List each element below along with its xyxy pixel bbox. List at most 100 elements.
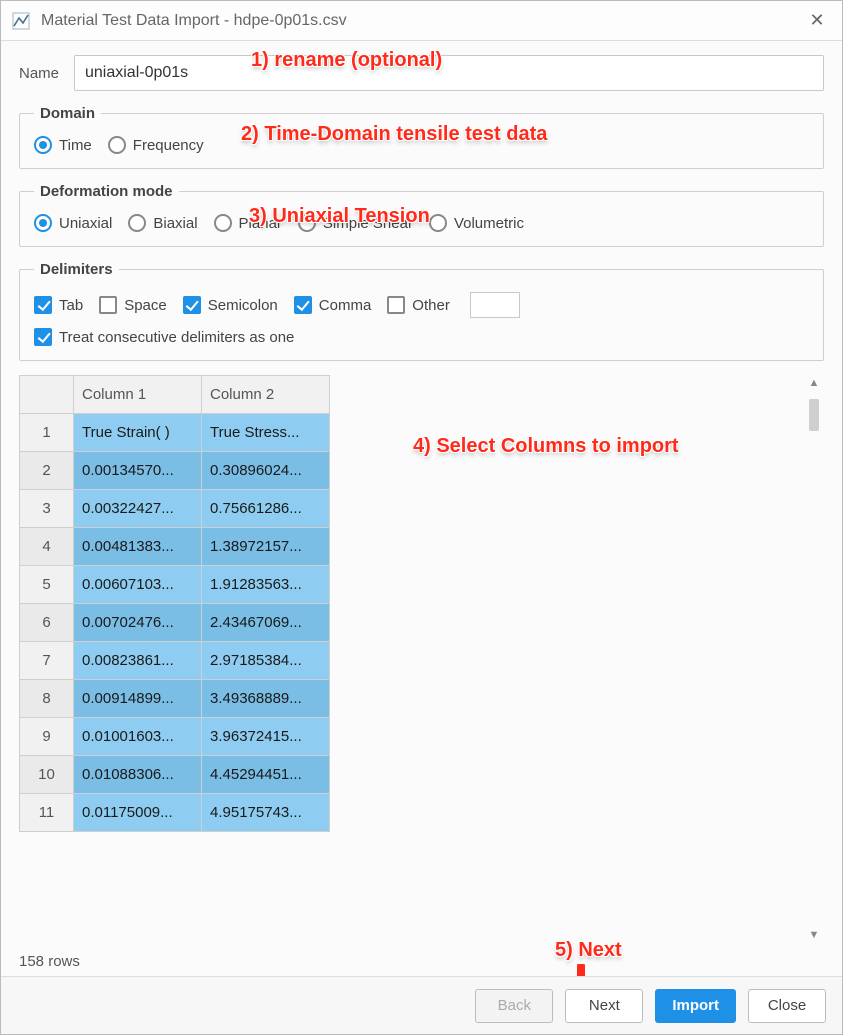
checkbox-icon xyxy=(99,296,117,314)
table-row[interactable]: 110.01175009...4.95175743... xyxy=(20,794,330,832)
col-header-1[interactable]: Column 1 xyxy=(74,376,202,414)
check-treat-consecutive[interactable]: Treat consecutive delimiters as one xyxy=(34,328,294,346)
radio-simple-shear[interactable]: Simple Shear xyxy=(298,214,413,232)
radio-label: Time xyxy=(59,137,92,154)
cell-col1[interactable]: True Strain( ) xyxy=(74,414,202,452)
back-button[interactable]: Back xyxy=(475,989,553,1023)
table-row[interactable]: 30.00322427...0.75661286... xyxy=(20,490,330,528)
cell-col1[interactable]: 0.00702476... xyxy=(74,604,202,642)
table-row[interactable]: 100.01088306...4.45294451... xyxy=(20,756,330,794)
check-other[interactable]: Other xyxy=(387,296,450,314)
radio-label: Biaxial xyxy=(153,215,197,232)
cell-col2[interactable]: 3.49368889... xyxy=(202,680,330,718)
cell-col2[interactable]: 4.45294451... xyxy=(202,756,330,794)
table-row[interactable]: 40.00481383...1.38972157... xyxy=(20,528,330,566)
row-number: 3 xyxy=(20,490,74,528)
table-row[interactable]: 80.00914899...3.49368889... xyxy=(20,680,330,718)
radio-icon xyxy=(34,214,52,232)
import-button[interactable]: Import xyxy=(655,989,736,1023)
cell-col2[interactable]: 4.95175743... xyxy=(202,794,330,832)
row-number: 2 xyxy=(20,452,74,490)
check-label: Comma xyxy=(319,297,372,314)
preview-table[interactable]: Column 1 Column 2 1True Strain( )True St… xyxy=(19,375,330,832)
cell-col1[interactable]: 0.00481383... xyxy=(74,528,202,566)
table-row[interactable]: 70.00823861...2.97185384... xyxy=(20,642,330,680)
row-number: 1 xyxy=(20,414,74,452)
cell-col2[interactable]: 2.97185384... xyxy=(202,642,330,680)
cell-col1[interactable]: 0.00823861... xyxy=(74,642,202,680)
checkbox-icon xyxy=(387,296,405,314)
close-button[interactable]: Close xyxy=(748,989,826,1023)
check-label: Treat consecutive delimiters as one xyxy=(59,329,294,346)
scroll-track[interactable] xyxy=(809,391,819,927)
col-header-2[interactable]: Column 2 xyxy=(202,376,330,414)
table-row[interactable]: 90.01001603...3.96372415... xyxy=(20,718,330,756)
checkbox-icon xyxy=(34,296,52,314)
preview-area: Column 1 Column 2 1True Strain( )True St… xyxy=(19,375,824,943)
radio-domain-time[interactable]: Time xyxy=(34,136,92,154)
cell-col2[interactable]: 1.38972157... xyxy=(202,528,330,566)
radio-biaxial[interactable]: Biaxial xyxy=(128,214,197,232)
check-label: Semicolon xyxy=(208,297,278,314)
check-space[interactable]: Space xyxy=(99,296,167,314)
name-label: Name xyxy=(19,65,74,82)
radio-uniaxial[interactable]: Uniaxial xyxy=(34,214,112,232)
radio-domain-frequency[interactable]: Frequency xyxy=(108,136,204,154)
table-row[interactable]: 60.00702476...2.43467069... xyxy=(20,604,330,642)
close-icon[interactable]: ✕ xyxy=(802,10,832,31)
radio-icon xyxy=(34,136,52,154)
row-number: 7 xyxy=(20,642,74,680)
table-row[interactable]: 20.00134570...0.30896024... xyxy=(20,452,330,490)
radio-icon xyxy=(108,136,126,154)
checkbox-icon xyxy=(183,296,201,314)
cell-col1[interactable]: 0.01175009... xyxy=(74,794,202,832)
row-number: 9 xyxy=(20,718,74,756)
cell-col2[interactable]: 0.30896024... xyxy=(202,452,330,490)
row-number: 6 xyxy=(20,604,74,642)
radio-planar[interactable]: Planar xyxy=(214,214,282,232)
app-icon xyxy=(11,11,31,31)
cell-col2[interactable]: 0.75661286... xyxy=(202,490,330,528)
vertical-scrollbar[interactable]: ▲ ▼ xyxy=(806,377,822,941)
scroll-down-icon[interactable]: ▼ xyxy=(809,929,820,941)
row-number: 4 xyxy=(20,528,74,566)
next-button[interactable]: Next xyxy=(565,989,643,1023)
row-number: 5 xyxy=(20,566,74,604)
radio-icon xyxy=(128,214,146,232)
check-tab[interactable]: Tab xyxy=(34,296,83,314)
cell-col1[interactable]: 0.00607103... xyxy=(74,566,202,604)
scroll-thumb[interactable] xyxy=(809,399,819,431)
radio-volumetric[interactable]: Volumetric xyxy=(429,214,524,232)
preview-table-wrap: Column 1 Column 2 1True Strain( )True St… xyxy=(19,375,330,943)
table-row[interactable]: 1True Strain( )True Stress... xyxy=(20,414,330,452)
check-label: Other xyxy=(412,297,450,314)
domain-group: Domain Time Frequency xyxy=(19,105,824,169)
domain-legend: Domain xyxy=(34,105,101,122)
check-semicolon[interactable]: Semicolon xyxy=(183,296,278,314)
table-row[interactable]: 50.00607103...1.91283563... xyxy=(20,566,330,604)
row-number: 10 xyxy=(20,756,74,794)
cell-col1[interactable]: 0.00134570... xyxy=(74,452,202,490)
cell-col1[interactable]: 0.00914899... xyxy=(74,680,202,718)
cell-col1[interactable]: 0.00322427... xyxy=(74,490,202,528)
check-comma[interactable]: Comma xyxy=(294,296,372,314)
other-delimiter-input[interactable] xyxy=(470,292,520,318)
row-number: 8 xyxy=(20,680,74,718)
scroll-up-icon[interactable]: ▲ xyxy=(809,377,820,389)
row-number: 11 xyxy=(20,794,74,832)
cell-col2[interactable]: True Stress... xyxy=(202,414,330,452)
cell-col1[interactable]: 0.01088306... xyxy=(74,756,202,794)
cell-col1[interactable]: 0.01001603... xyxy=(74,718,202,756)
deformation-group: Deformation mode Uniaxial Biaxial Planar… xyxy=(19,183,824,247)
radio-icon xyxy=(214,214,232,232)
name-input[interactable] xyxy=(74,55,824,91)
radio-icon xyxy=(429,214,447,232)
cell-col2[interactable]: 3.96372415... xyxy=(202,718,330,756)
radio-label: Simple Shear xyxy=(323,215,413,232)
cell-col2[interactable]: 2.43467069... xyxy=(202,604,330,642)
row-count-label: 158 rows xyxy=(19,953,824,970)
table-corner xyxy=(20,376,74,414)
cell-col2[interactable]: 1.91283563... xyxy=(202,566,330,604)
dialog-footer: Back Next Import Close xyxy=(1,976,842,1034)
deformation-legend: Deformation mode xyxy=(34,183,179,200)
